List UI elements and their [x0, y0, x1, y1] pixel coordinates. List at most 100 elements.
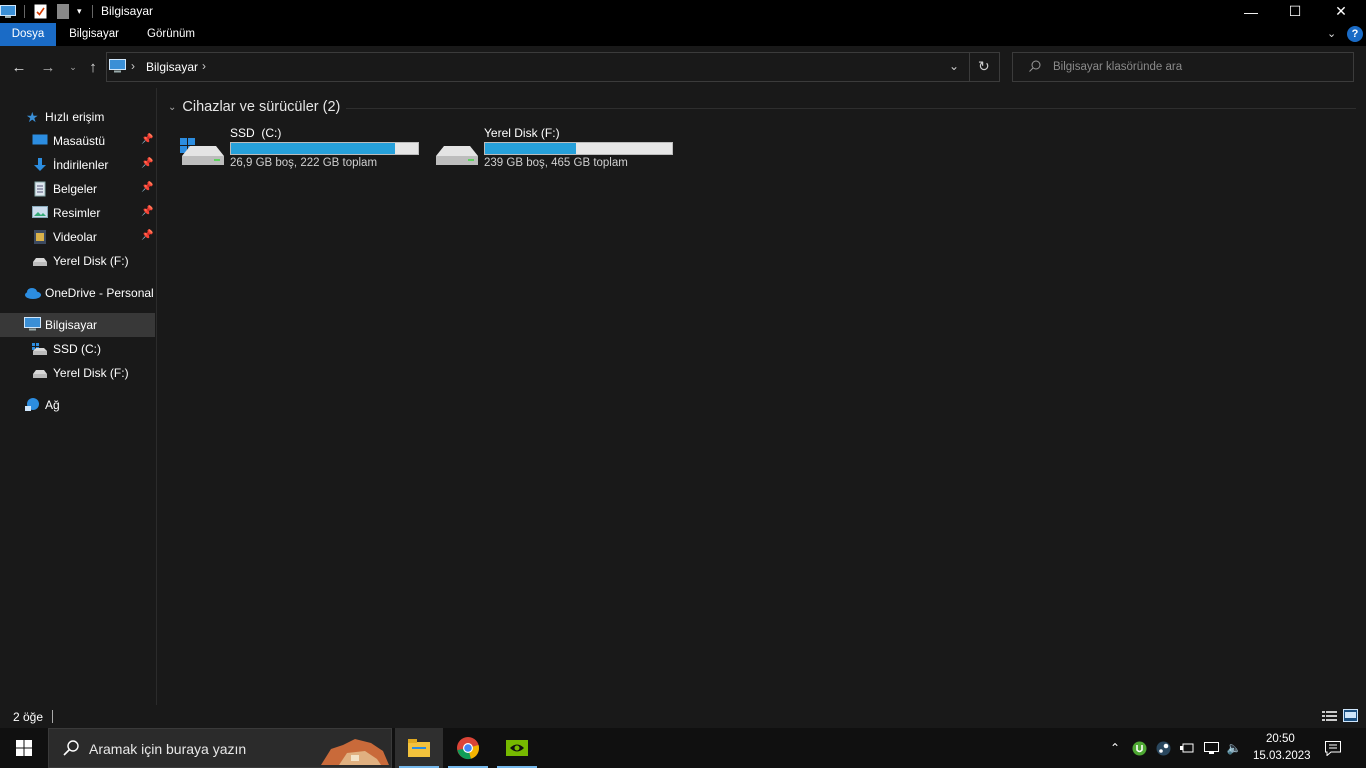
content-pane: ⌄ Cihazlar ve sürücüler (2) SSD (C:) 26,…: [158, 88, 1366, 705]
computer-icon: [109, 59, 126, 77]
system-drive-icon: [32, 341, 48, 357]
sidebar-item-local-disk-f[interactable]: Yerel Disk (F:): [0, 249, 155, 273]
pin-icon[interactable]: 📌: [141, 158, 153, 169]
search-highlight-image: [321, 735, 389, 768]
drive-icon: [32, 253, 48, 269]
pin-icon[interactable]: 📌: [141, 182, 153, 193]
sidebar-item-quick-access[interactable]: ★ Hızlı erişim: [0, 105, 155, 129]
item-count: 2 öğe: [13, 710, 44, 724]
drive-item-ssd-c[interactable]: SSD (C:) 26,9 GB boş, 222 GB toplam: [180, 124, 430, 174]
sidebar-item-computer[interactable]: Bilgisayar: [0, 313, 155, 337]
collapse-chevron-icon[interactable]: ⌄: [168, 102, 176, 113]
large-icons-view-icon[interactable]: [1343, 709, 1358, 725]
sidebar-item-label: Masaüstü: [53, 134, 106, 148]
recent-locations-icon[interactable]: ⌄: [64, 58, 82, 76]
clock-time[interactable]: 20:50: [1266, 733, 1295, 745]
details-view-icon[interactable]: [1322, 710, 1337, 725]
group-header[interactable]: ⌄ Cihazlar ve sürücüler (2): [168, 99, 340, 115]
close-button[interactable]: ✕: [1318, 0, 1364, 23]
sidebar-item-downloads[interactable]: İndirilenler 📌: [0, 153, 155, 177]
videos-icon: [32, 229, 48, 245]
drive-space-info: 239 GB boş, 465 GB toplam: [484, 157, 628, 169]
drive-name: SSD (C:): [230, 126, 282, 140]
sidebar-item-pictures[interactable]: Resimler 📌: [0, 201, 155, 225]
help-icon[interactable]: ?: [1347, 26, 1363, 42]
show-hidden-icons-icon[interactable]: ⌃: [1107, 740, 1123, 756]
taskbar-file-explorer[interactable]: [395, 728, 443, 768]
pictures-icon: [32, 205, 48, 221]
expand-ribbon-icon[interactable]: ⌄: [1327, 27, 1336, 40]
sidebar-item-network[interactable]: Ağ: [0, 393, 155, 417]
drive-usage-bar: [484, 142, 673, 155]
breadcrumb-bilgisayar[interactable]: Bilgisayar: [146, 60, 198, 74]
sidebar-item-local-disk-f[interactable]: Yerel Disk (F:): [0, 361, 155, 385]
breadcrumb-separator[interactable]: ›: [131, 59, 135, 73]
sidebar-item-desktop[interactable]: Masaüstü 📌: [0, 129, 155, 153]
windows-start-icon[interactable]: [16, 740, 32, 759]
up-arrow-icon[interactable]: ↑: [84, 58, 102, 76]
separator: [52, 710, 53, 723]
title-bar: ▾ Bilgisayar — ☐ ✕: [0, 0, 1366, 23]
properties-icon[interactable]: [34, 3, 47, 20]
search-box[interactable]: Bilgisayar klasöründe ara: [1012, 52, 1354, 82]
search-input[interactable]: Bilgisayar klasöründe ara: [1053, 61, 1182, 73]
drive-item-local-disk-f[interactable]: Yerel Disk (F:) 239 GB boş, 465 GB topla…: [434, 124, 684, 174]
sidebar-item-videos[interactable]: Videolar 📌: [0, 225, 155, 249]
separator: [24, 5, 25, 18]
maximize-button[interactable]: ☐: [1272, 0, 1318, 23]
nvidia-icon: [506, 740, 528, 756]
clock-date[interactable]: 15.03.2023: [1253, 750, 1311, 762]
customize-quick-access-icon[interactable]: ▾: [77, 3, 82, 20]
drive-usage-fill: [485, 143, 576, 154]
search-icon: [63, 740, 79, 759]
volume-icon[interactable]: 🔈: [1226, 740, 1242, 756]
drive-usage-fill: [231, 143, 396, 154]
sidebar-item-label: Resimler: [53, 206, 101, 220]
drive-icon: [32, 365, 48, 381]
star-icon: ★: [26, 109, 39, 125]
status-bar: 2 öğe: [0, 705, 1366, 728]
minimize-button[interactable]: —: [1228, 0, 1274, 23]
system-drive-icon: [180, 132, 226, 172]
cloud-icon: [24, 285, 41, 301]
steam-icon[interactable]: [1155, 740, 1171, 756]
sidebar-item-label: Hızlı erişim: [45, 110, 105, 124]
navigation-bar: ← → ⌄ ↑ › Bilgisayar › ⌄ ↻ Bilgisayar kl…: [0, 46, 1366, 88]
sidebar-item-onedrive[interactable]: OneDrive - Personal: [0, 281, 155, 305]
separator: [969, 53, 970, 81]
tab-dosya[interactable]: Dosya: [0, 23, 56, 46]
taskbar-search-box[interactable]: Aramak için buraya yazın: [48, 728, 392, 768]
documents-icon: [32, 181, 48, 197]
computer-icon: [0, 3, 16, 20]
forward-arrow-icon[interactable]: →: [39, 58, 57, 76]
drive-name: Yerel Disk (F:): [484, 126, 560, 140]
folder-icon: [408, 739, 430, 757]
sidebar-item-documents[interactable]: Belgeler 📌: [0, 177, 155, 201]
sidebar-item-label: Yerel Disk (F:): [53, 366, 129, 380]
address-bar[interactable]: › Bilgisayar › ⌄ ↻: [106, 52, 1000, 82]
pin-icon[interactable]: 📌: [141, 230, 153, 241]
sidebar-item-label: Videolar: [53, 230, 97, 244]
refresh-icon[interactable]: ↻: [978, 58, 990, 75]
taskbar-search-input[interactable]: Aramak için buraya yazın: [89, 741, 246, 757]
network-icon: [24, 397, 40, 413]
usb-device-icon[interactable]: [1179, 740, 1195, 756]
new-folder-icon[interactable]: [57, 3, 69, 20]
address-history-dropdown-icon[interactable]: ⌄: [949, 59, 959, 73]
sidebar-item-ssd-c[interactable]: SSD (C:): [0, 337, 155, 361]
window-title: Bilgisayar: [101, 4, 154, 18]
utorrent-icon[interactable]: [1131, 740, 1147, 756]
breadcrumb-separator[interactable]: ›: [202, 59, 206, 73]
taskbar-chrome[interactable]: [444, 728, 492, 768]
taskbar-nvidia[interactable]: [493, 728, 541, 768]
tab-gorunum[interactable]: Görünüm: [138, 23, 204, 46]
back-arrow-icon[interactable]: ←: [10, 58, 28, 76]
action-center-icon[interactable]: [1325, 740, 1341, 756]
pin-icon[interactable]: 📌: [141, 134, 153, 145]
computer-icon: [24, 317, 41, 333]
tab-bilgisayar[interactable]: Bilgisayar: [60, 23, 128, 46]
sidebar-item-label: OneDrive - Personal: [45, 286, 154, 300]
pin-icon[interactable]: 📌: [141, 206, 153, 217]
network-status-icon[interactable]: [1203, 740, 1219, 756]
sidebar-item-label: Belgeler: [53, 182, 98, 196]
